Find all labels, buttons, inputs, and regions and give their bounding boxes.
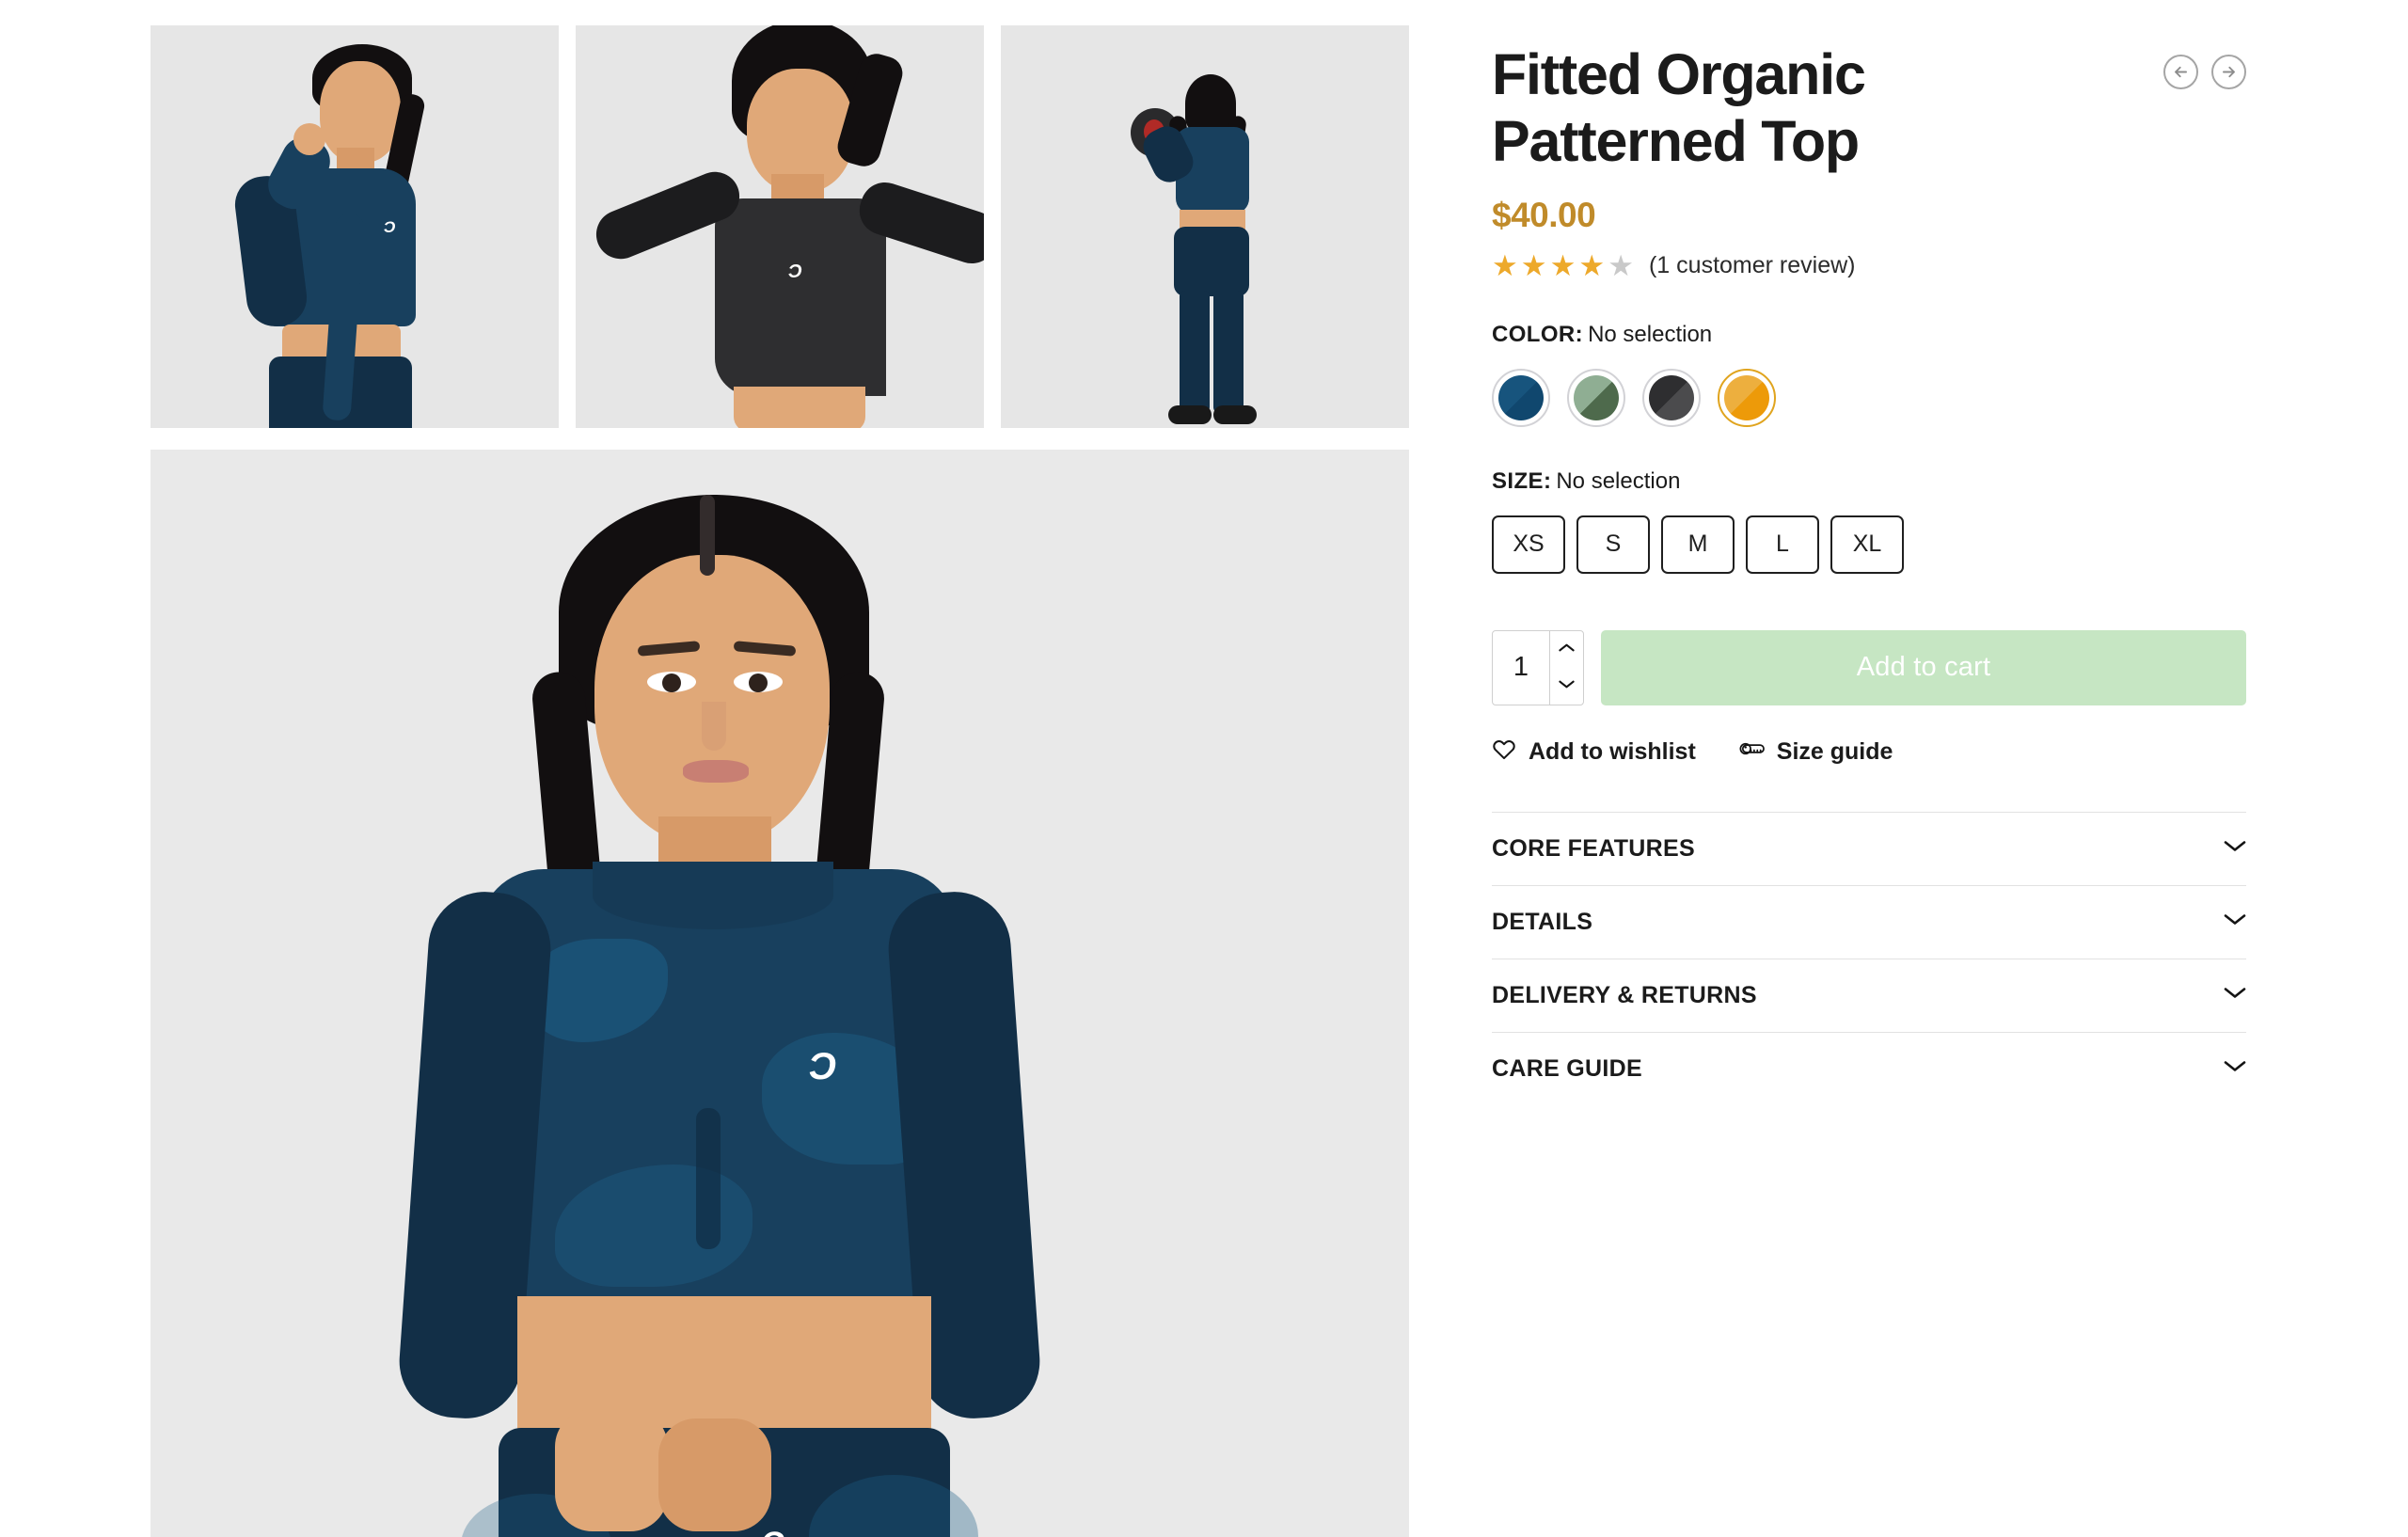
accordion-title: DELIVERY & RETURNS (1492, 981, 1757, 1008)
accordion-care-guide[interactable]: CARE GUIDE (1492, 1031, 2246, 1105)
size-label: SIZE: No selection (1492, 468, 2246, 495)
arrow-left-icon (2172, 63, 2190, 81)
product-top-black (715, 198, 886, 396)
swatch-fill (1574, 374, 1619, 420)
product-leggings-right (1213, 291, 1244, 413)
star-icon: ★ (1520, 248, 1547, 282)
size-button-l[interactable]: L (1746, 515, 1819, 574)
size-attribute: SIZE: No selection XS S M L XL (1492, 468, 2246, 574)
accordion-title: DETAILS (1492, 908, 1593, 935)
rating-row: ★ ★ ★ ★ ★ (1 customer review) (1492, 251, 2246, 280)
product-ruching (696, 1108, 721, 1249)
model-hand (293, 123, 325, 155)
page-title: Fitted Organic Patterned Top (1492, 42, 1866, 173)
swatch-fill (1649, 374, 1694, 420)
star-icon: ★ (1578, 248, 1606, 282)
color-swatch-sage-green[interactable] (1567, 368, 1625, 427)
color-swatch-charcoal-black[interactable] (1642, 368, 1701, 427)
product-gallery: Ɔ Ɔ Ɔ (150, 25, 1409, 1537)
brand-logo-icon: Ɔ (809, 1046, 836, 1087)
gallery-hero-image[interactable]: Ɔ Ɔ (150, 450, 1409, 1537)
size-button-m[interactable]: M (1661, 515, 1735, 574)
model-iris-right (749, 673, 768, 692)
model-hair-part (700, 495, 715, 576)
accordion-title: CARE GUIDE (1492, 1054, 1642, 1082)
accordion-title: CORE FEATURES (1492, 834, 1695, 862)
chevron-up-icon (1559, 641, 1575, 658)
size-selection-value: No selection (1556, 467, 1681, 494)
color-swatches (1492, 368, 2246, 427)
previous-product-button[interactable] (2163, 55, 2198, 89)
model-midriff (734, 387, 865, 428)
model-shoe-left (1168, 405, 1212, 424)
review-count[interactable]: (1 customer review) (1649, 252, 1856, 279)
chevron-down-icon (2224, 912, 2246, 931)
measuring-tape-icon (1737, 737, 1765, 767)
add-to-cart-button[interactable]: Add to cart (1601, 629, 2246, 705)
color-label-text: COLOR: (1492, 321, 1584, 347)
quantity-input[interactable] (1493, 630, 1549, 705)
model-iris-left (662, 673, 681, 692)
size-button-xs[interactable]: XS (1492, 515, 1565, 574)
accordion-delivery-returns[interactable]: DELIVERY & RETURNS (1492, 958, 2246, 1032)
title-row: Fitted Organic Patterned Top (1492, 41, 2246, 175)
chevron-down-icon (2224, 839, 2246, 858)
color-attribute: COLOR: No selection (1492, 322, 2246, 427)
arrow-right-icon (2220, 63, 2238, 81)
product-page: Ɔ Ɔ Ɔ Fitted Organic Patterned Top $40.0… (0, 0, 2408, 1537)
swatch-fill (1724, 374, 1769, 420)
product-details: Fitted Organic Patterned Top $40.00 ★ ★ … (1492, 41, 2246, 1105)
add-to-wishlist-button[interactable]: Add to wishlist (1492, 737, 1696, 767)
star-rating[interactable]: ★ ★ ★ ★ ★ (1492, 251, 1634, 280)
next-product-button[interactable] (2211, 55, 2246, 89)
gallery-thumbnail-1[interactable]: Ɔ (150, 25, 559, 428)
accordion-details[interactable]: DETAILS (1492, 884, 2246, 959)
accordion-core-features[interactable]: CORE FEATURES (1492, 811, 2246, 885)
quantity-buttons (1549, 630, 1583, 705)
model-nose (702, 702, 726, 751)
product-nav-arrows (2163, 55, 2246, 89)
brand-logo-icon: Ɔ (762, 1528, 785, 1537)
color-selection-value: No selection (1588, 321, 1713, 347)
quantity-stepper (1492, 629, 1584, 705)
thumbnail-row: Ɔ Ɔ (150, 25, 1409, 428)
size-button-s[interactable]: S (1576, 515, 1650, 574)
secondary-links: Add to wishlist Size guide (1492, 737, 2246, 767)
quantity-decrease-button[interactable] (1550, 668, 1583, 705)
chevron-down-icon (2224, 986, 2246, 1005)
model-lips (683, 760, 749, 783)
product-leggings-left (1180, 291, 1210, 413)
product-neckline (593, 862, 833, 929)
model-hand-right (658, 1418, 771, 1531)
star-icon: ★ (1492, 248, 1518, 282)
size-options: XS S M L XL (1492, 515, 2246, 574)
brand-logo-icon: Ɔ (788, 261, 801, 282)
cart-row: Add to cart (1492, 629, 2246, 705)
wishlist-label: Add to wishlist (1529, 737, 1696, 765)
product-price: $40.00 (1492, 195, 1596, 234)
size-button-xl[interactable]: XL (1830, 515, 1904, 574)
model-hand-left (555, 1409, 668, 1531)
product-leggings-hip (1174, 227, 1249, 296)
color-swatch-navy-blue[interactable] (1492, 368, 1550, 427)
quantity-increase-button[interactable] (1550, 631, 1583, 668)
swatch-fill (1498, 374, 1544, 420)
gallery-thumbnail-2[interactable]: Ɔ (576, 25, 984, 428)
star-icon: ★ (1549, 248, 1576, 282)
model-head (594, 555, 830, 847)
model-shoe-right (1213, 405, 1257, 424)
size-guide-button[interactable]: Size guide (1737, 737, 1893, 767)
brand-logo-icon: Ɔ (384, 218, 395, 236)
chevron-down-icon (1559, 677, 1575, 694)
star-icon-empty: ★ (1608, 248, 1634, 282)
heart-icon (1492, 737, 1516, 767)
chevron-down-icon (2224, 1059, 2246, 1078)
size-guide-label: Size guide (1776, 737, 1893, 765)
gallery-thumbnail-3[interactable] (1001, 25, 1409, 428)
size-label-text: SIZE: (1492, 467, 1552, 494)
color-label: COLOR: No selection (1492, 322, 2246, 348)
accordion-list: CORE FEATURES DETAILS DELIVERY & RETURNS… (1492, 811, 2246, 1105)
color-swatch-amber-orange[interactable] (1718, 368, 1776, 427)
